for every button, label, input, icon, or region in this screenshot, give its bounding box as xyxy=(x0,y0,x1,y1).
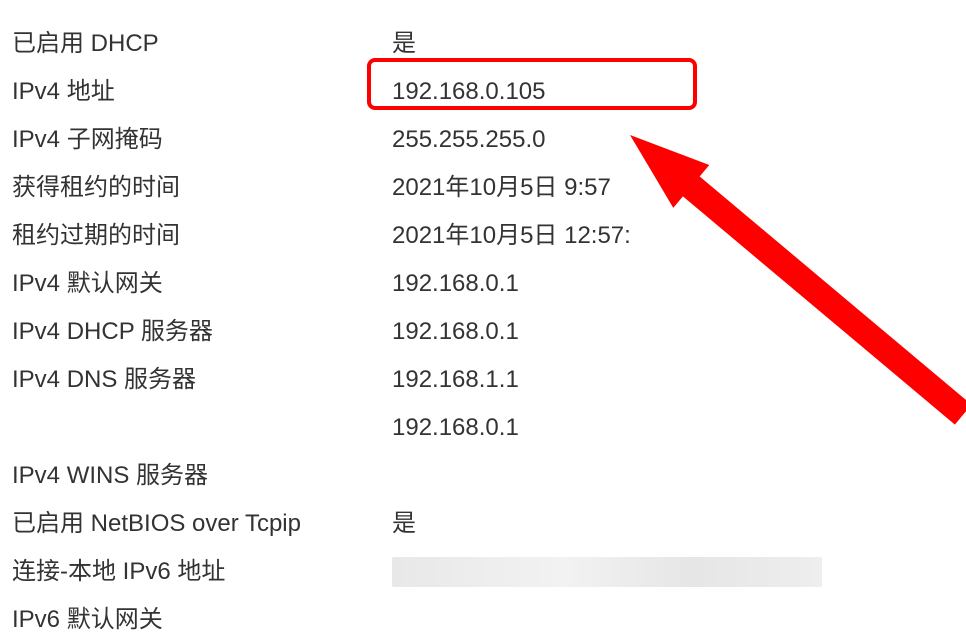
property-value: 2021年10月5日 9:57 xyxy=(392,164,611,212)
property-row: IPv4 DNS 服务器192.168.1.1 xyxy=(12,356,966,404)
property-row: 获得租约的时间2021年10月5日 9:57 xyxy=(12,164,966,212)
property-value: 192.168.0.1 xyxy=(392,260,519,308)
property-label: IPv4 DNS 服务器 xyxy=(12,356,392,404)
property-value: 192.168.0.105 xyxy=(392,68,545,116)
property-row: IPv4 WINS 服务器 xyxy=(12,452,966,500)
property-row: IPv4 DHCP 服务器192.168.0.1 xyxy=(12,308,966,356)
property-row: 192.168.0.1 xyxy=(12,404,966,452)
property-label: 租约过期的时间 xyxy=(12,212,392,260)
property-label: 连接-本地 IPv6 地址 xyxy=(12,548,392,596)
property-row: IPv4 地址192.168.0.105 xyxy=(12,68,966,116)
property-value: 192.168.0.1 xyxy=(392,404,519,452)
property-label: IPv4 地址 xyxy=(12,68,392,116)
property-value: 是 xyxy=(392,500,416,548)
property-label: 获得租约的时间 xyxy=(12,164,392,212)
property-label: IPv4 默认网关 xyxy=(12,260,392,308)
property-value: 2021年10月5日 12:57: xyxy=(392,212,631,260)
property-row: IPv4 子网掩码255.255.255.0 xyxy=(12,116,966,164)
property-value xyxy=(392,557,822,587)
property-row: IPv4 默认网关192.168.0.1 xyxy=(12,260,966,308)
property-value: 255.255.255.0 xyxy=(392,116,545,164)
property-row: 连接-本地 IPv6 地址 xyxy=(12,548,966,596)
property-row: IPv6 默认网关 xyxy=(12,596,966,644)
property-value: 是 xyxy=(392,20,416,68)
property-row: 已启用 NetBIOS over Tcpip是 xyxy=(12,500,966,548)
property-value: 192.168.0.1 xyxy=(392,308,519,356)
property-row: 已启用 DHCP是 xyxy=(12,20,966,68)
property-label: IPv4 WINS 服务器 xyxy=(12,452,392,500)
property-label: 已启用 DHCP xyxy=(12,20,392,68)
property-label: IPv4 DHCP 服务器 xyxy=(12,308,392,356)
property-label: 已启用 NetBIOS over Tcpip xyxy=(12,500,392,548)
property-label: IPv4 子网掩码 xyxy=(12,116,392,164)
property-row: 租约过期的时间2021年10月5日 12:57: xyxy=(12,212,966,260)
network-details-list: 已启用 DHCP是IPv4 地址192.168.0.105IPv4 子网掩码25… xyxy=(12,20,966,644)
property-value: 192.168.1.1 xyxy=(392,356,519,404)
redacted-value xyxy=(392,557,822,587)
property-label: IPv6 默认网关 xyxy=(12,596,392,644)
